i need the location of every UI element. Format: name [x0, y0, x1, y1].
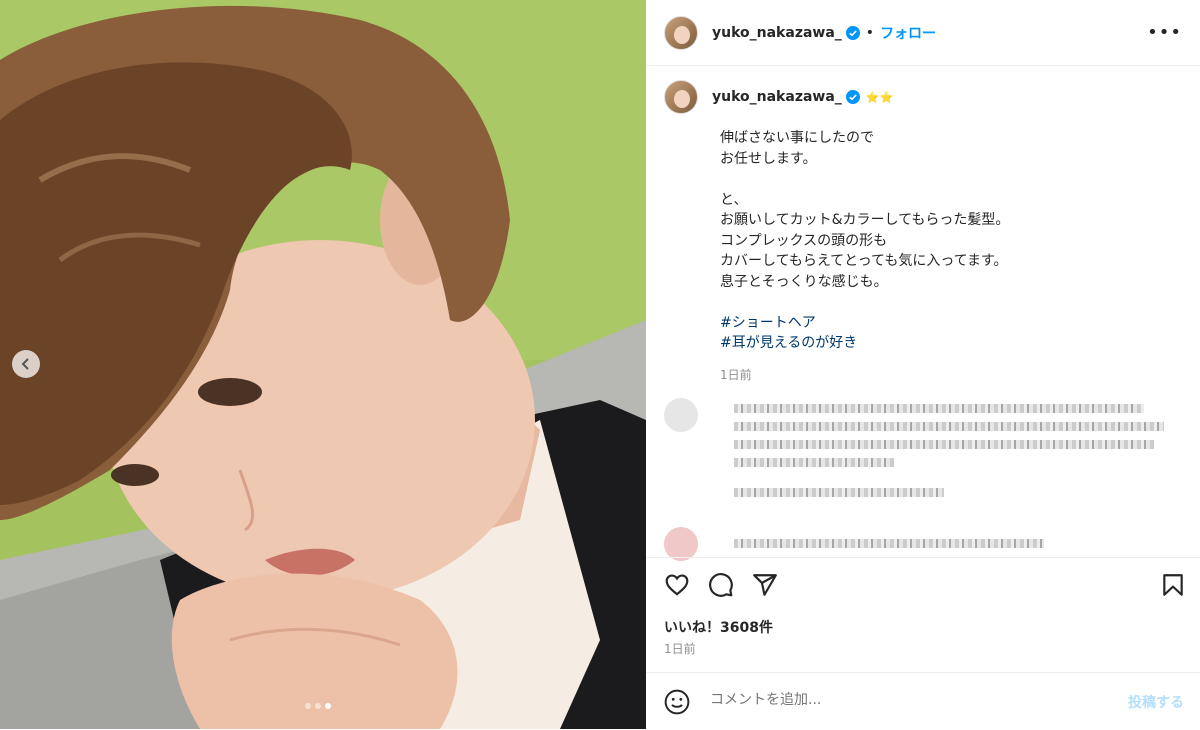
- caption-line: コンプレックスの頭の形も: [720, 232, 888, 249]
- carousel-dot: [305, 703, 311, 709]
- caption-line: カバーしてもらえてとっても気に入ってます。: [720, 253, 1008, 269]
- avatar[interactable]: [664, 15, 698, 50]
- hashtag-link[interactable]: #耳が見えるのが好き: [720, 333, 1182, 354]
- obscured-avatar: [664, 527, 698, 561]
- pixelated-text: [734, 488, 944, 497]
- comment-input[interactable]: [708, 691, 1092, 709]
- chevron-left-icon: [21, 358, 29, 370]
- likes-count[interactable]: いいね！3608件: [664, 617, 773, 637]
- caption-line: お願いしてカット&カラーしてもらった髪型。: [720, 212, 1010, 228]
- pixelated-text: [734, 404, 1144, 413]
- caption-text: 伸ばさない事にしたので お任せします。 と、 お願いしてカット&カラーしてもらっ…: [720, 128, 1182, 354]
- pixelated-text: [734, 458, 894, 467]
- pixelated-text: [734, 422, 1164, 431]
- comment-icon[interactable]: [708, 572, 734, 598]
- post-photo: [0, 0, 646, 729]
- separator-dot: •: [865, 24, 875, 41]
- pixelated-text: [734, 539, 1044, 548]
- hashtag-link[interactable]: #ショートヘア: [720, 313, 1182, 334]
- more-options-icon[interactable]: •••: [1147, 22, 1182, 43]
- carousel-dot: [315, 703, 321, 709]
- caption-line: 息子とそっくりな感じも。: [720, 273, 888, 290]
- paper-plane-icon[interactable]: [752, 572, 778, 598]
- action-bar: [646, 557, 1200, 614]
- follow-button[interactable]: フォロー: [880, 23, 936, 43]
- post-header: yuko_nakazawa_ • フォロー •••: [646, 0, 1200, 66]
- post-media[interactable]: [0, 0, 646, 729]
- caption-line: お任せします。: [720, 150, 817, 167]
- bookmark-icon[interactable]: [1160, 572, 1186, 598]
- heart-icon[interactable]: [664, 572, 690, 598]
- comment-form: 投稿する: [646, 672, 1200, 730]
- caption-line: と、: [720, 191, 748, 208]
- star-emoji: ⭐⭐: [865, 90, 894, 104]
- caption-line: [720, 169, 1182, 190]
- verified-badge-icon: [845, 90, 860, 104]
- post-time: 1日前: [664, 642, 696, 656]
- caption-line: [720, 292, 1182, 313]
- verified-badge-icon: [845, 25, 860, 40]
- pixelated-text: [734, 440, 1154, 449]
- caption-time: 1日前: [720, 367, 752, 382]
- header-username[interactable]: yuko_nakazawa_: [712, 25, 842, 41]
- carousel-dot-active: [325, 703, 331, 709]
- previous-image-button[interactable]: [12, 350, 40, 378]
- caption: yuko_nakazawa_ ⭐⭐ 伸ばさない事にしたので お任せします。 と、…: [664, 80, 1182, 383]
- obscured-avatar: [664, 398, 698, 432]
- post-side-panel: yuko_nakazawa_ • フォロー ••• yuko_nakazawa_…: [646, 0, 1200, 729]
- caption-username[interactable]: yuko_nakazawa_: [712, 89, 842, 105]
- caption-line: 伸ばさない事にしたので: [720, 130, 874, 146]
- carousel-indicator: [305, 703, 331, 709]
- emoji-icon[interactable]: [664, 689, 690, 715]
- avatar[interactable]: [664, 80, 698, 114]
- post-comment-button[interactable]: 投稿する: [1128, 692, 1184, 712]
